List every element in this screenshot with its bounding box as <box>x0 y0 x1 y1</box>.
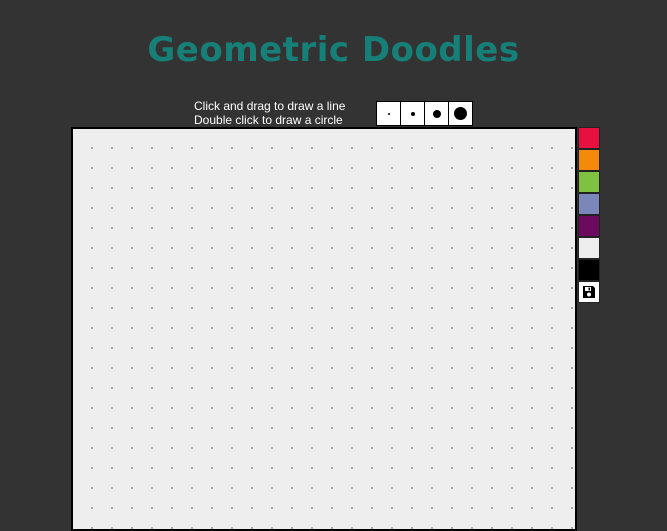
instructions: Click and drag to draw a line Double cli… <box>194 99 345 127</box>
color-swatch-orange[interactable] <box>578 149 600 171</box>
color-swatch-white[interactable] <box>578 237 600 259</box>
instruction-line: Click and drag to draw a line <box>194 99 346 113</box>
color-swatch-red[interactable] <box>578 127 600 149</box>
brush-size-selector <box>376 101 473 126</box>
color-swatch-black[interactable] <box>578 259 600 281</box>
dot-icon <box>454 107 467 120</box>
instruction-line: Double click to draw a circle <box>194 113 343 127</box>
save-button[interactable] <box>578 281 600 303</box>
dot-icon <box>387 112 390 115</box>
brush-size-small-button[interactable] <box>400 101 425 126</box>
drawing-canvas[interactable] <box>71 127 577 531</box>
color-swatch-periwinkle[interactable] <box>578 193 600 215</box>
color-swatch-purple[interactable] <box>578 215 600 237</box>
floppy-disk-icon <box>583 286 595 298</box>
brush-size-medium-button[interactable] <box>424 101 449 126</box>
brush-size-large-button[interactable] <box>448 101 473 126</box>
color-swatch-green[interactable] <box>578 171 600 193</box>
page-title: Geometric Doodles <box>147 30 520 70</box>
brush-size-tiny-button[interactable] <box>376 101 401 126</box>
color-palette <box>578 127 600 303</box>
dot-icon <box>432 109 441 118</box>
dot-icon <box>410 111 415 116</box>
